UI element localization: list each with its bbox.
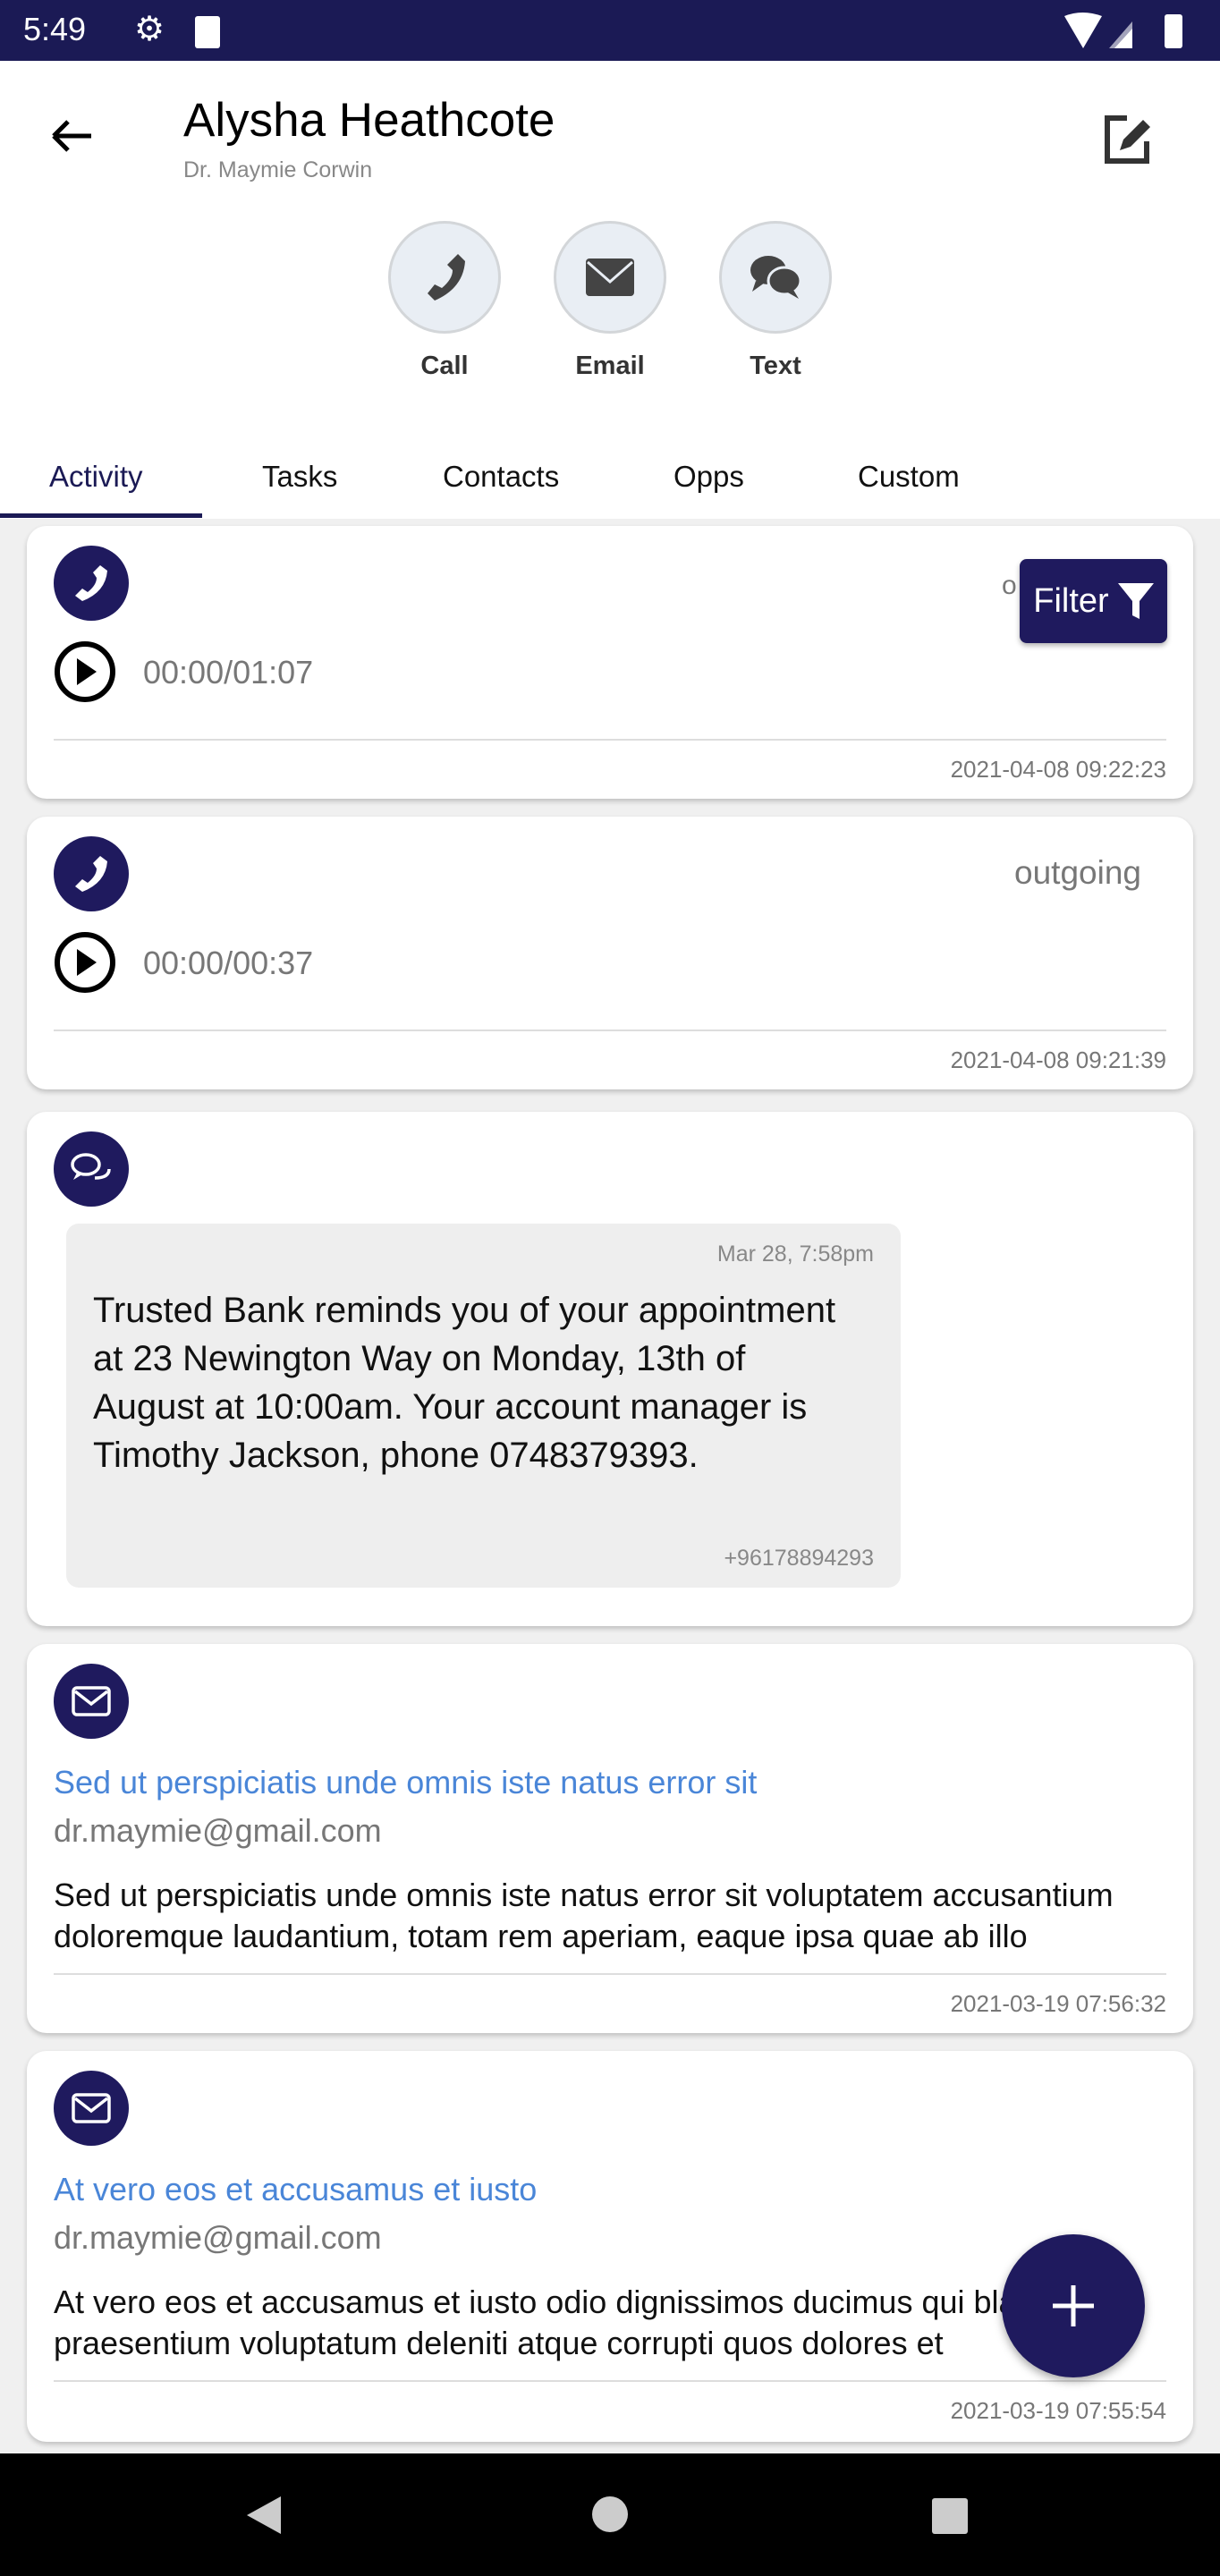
tab-custom[interactable]: Custom xyxy=(858,460,960,494)
chat-icon xyxy=(54,1131,129,1207)
play-icon[interactable] xyxy=(54,931,116,994)
email-from: dr.maymie@gmail.com xyxy=(54,1812,382,1849)
activity-email-card[interactable]: At vero eos et accusamus et iusto dr.may… xyxy=(27,2051,1193,2442)
activity-text-card[interactable]: Mar 28, 7:58pm Trusted Bank reminds you … xyxy=(27,1112,1193,1626)
nav-home-icon[interactable] xyxy=(590,2495,630,2534)
email-from: dr.maymie@gmail.com xyxy=(54,2219,382,2256)
timestamp: 2021-04-08 09:22:23 xyxy=(950,756,1166,783)
edit-icon[interactable] xyxy=(1102,113,1156,166)
phone-icon xyxy=(54,836,129,911)
email-subject[interactable]: At vero eos et accusamus et iusto xyxy=(54,2171,1166,2208)
nav-back-icon[interactable] xyxy=(241,2493,286,2538)
tab-tasks[interactable]: Tasks xyxy=(262,460,337,494)
tab-contacts[interactable]: Contacts xyxy=(443,460,559,494)
call-duration: 00:00/00:37 xyxy=(143,945,314,981)
divider xyxy=(54,739,1166,741)
signal-battery-icons xyxy=(1064,13,1182,48)
activity-email-card[interactable]: Sed ut perspiciatis unde omnis iste natu… xyxy=(27,1644,1193,2033)
sms-body: Trusted Bank reminds you of your appoint… xyxy=(93,1291,836,1475)
sd-card-icon xyxy=(195,16,220,48)
settings-icon: ⚙ xyxy=(134,11,165,48)
text-button[interactable] xyxy=(719,221,832,334)
call-duration: 00:00/01:07 xyxy=(143,654,314,691)
nav-recents-icon[interactable] xyxy=(930,2496,970,2536)
navigation-bar xyxy=(0,2453,1220,2576)
activity-call-card[interactable]: outgoing 00:00/00:37 2021-04-08 09:21:39 xyxy=(27,817,1193,1089)
tab-activity[interactable]: Activity xyxy=(49,460,143,494)
active-tab-indicator xyxy=(0,513,202,518)
email-preview: At vero eos et accusamus et iusto odio d… xyxy=(54,2284,1099,2361)
filter-icon xyxy=(1117,583,1154,619)
contact-name: Alysha Heathcote xyxy=(183,94,555,147)
divider xyxy=(54,2380,1166,2382)
phone-icon xyxy=(428,254,465,301)
sms-date: Mar 28, 7:58pm xyxy=(716,1241,874,1267)
filter-label: Filter xyxy=(1033,581,1109,620)
timestamp: 2021-04-08 09:21:39 xyxy=(950,1046,1166,1073)
envelope-icon xyxy=(586,258,634,296)
play-icon[interactable] xyxy=(54,640,116,703)
call-direction: outgoing xyxy=(1014,854,1141,891)
chat-icon xyxy=(750,256,802,299)
email-subject[interactable]: Sed ut perspiciatis unde omnis iste natu… xyxy=(54,1764,1166,1801)
filter-button[interactable]: Filter xyxy=(1020,559,1167,643)
sms-phone: +96178894293 xyxy=(724,1546,874,1571)
status-time: 5:49 xyxy=(23,11,87,47)
sms-bubble: Mar 28, 7:58pm Trusted Bank reminds you … xyxy=(66,1224,901,1588)
divider xyxy=(54,1030,1166,1031)
text-label: Text xyxy=(750,352,801,380)
add-activity-fab[interactable] xyxy=(1002,2234,1145,2377)
timestamp: 2021-03-19 07:56:32 xyxy=(950,1990,1166,2017)
call-label: Call xyxy=(420,352,469,380)
call-direction: o xyxy=(1002,571,1017,600)
plus-icon xyxy=(1053,2285,1094,2326)
email-label: Email xyxy=(575,352,645,380)
timestamp: 2021-03-19 07:55:54 xyxy=(950,2397,1166,2424)
phone-icon xyxy=(54,546,129,621)
tab-opps[interactable]: Opps xyxy=(674,460,744,494)
status-bar: 5:49 ⚙ xyxy=(0,0,1220,61)
envelope-icon xyxy=(54,1664,129,1739)
contact-company: Dr. Maymie Corwin xyxy=(183,157,373,182)
activity-call-card[interactable]: o 00:00/01:07 2021-04-08 09:22:23 xyxy=(27,526,1193,799)
call-button[interactable] xyxy=(388,221,501,334)
email-preview: Sed ut perspiciatis unde omnis iste natu… xyxy=(54,1877,1114,1954)
divider xyxy=(54,1973,1166,1975)
email-button[interactable] xyxy=(554,221,666,334)
contact-header: Alysha Heathcote Dr. Maymie Corwin Call … xyxy=(0,61,1220,519)
envelope-icon xyxy=(54,2071,129,2146)
back-arrow-icon[interactable] xyxy=(50,118,93,154)
